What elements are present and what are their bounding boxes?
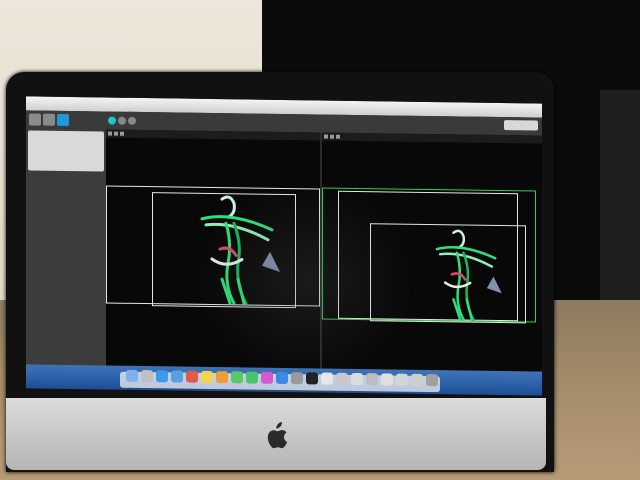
- view-mini-icon[interactable]: [336, 134, 340, 139]
- grid-icon[interactable]: [29, 113, 41, 126]
- background-shelf: [600, 90, 640, 320]
- view-toggle-1[interactable]: [108, 116, 116, 125]
- appstore-icon[interactable]: [276, 371, 288, 385]
- terminal-icon[interactable]: [306, 372, 318, 385]
- app-icon[interactable]: [381, 373, 393, 386]
- app-icon[interactable]: [366, 373, 378, 386]
- view-toggle-3[interactable]: [128, 116, 136, 125]
- photos-icon[interactable]: [216, 371, 228, 384]
- app-icon[interactable]: [351, 372, 363, 386]
- target-icon[interactable]: [57, 113, 69, 126]
- app-screen: [26, 96, 542, 396]
- sidebar-line: [32, 133, 100, 134]
- viewport-left-bar: [106, 129, 320, 141]
- trash-icon[interactable]: [426, 373, 438, 387]
- point-cloud-figure: [435, 229, 502, 321]
- sidebar-line: [32, 133, 100, 134]
- view-mini-icon[interactable]: [324, 134, 328, 139]
- app-icon[interactable]: [336, 372, 348, 385]
- view-mini-icon[interactable]: [330, 134, 334, 139]
- viewport-right[interactable]: [322, 132, 542, 372]
- messages-icon[interactable]: [231, 371, 243, 384]
- apple-logo-icon: [264, 422, 288, 450]
- mail-icon[interactable]: [171, 370, 183, 383]
- calendar-icon[interactable]: [186, 370, 198, 383]
- safari-icon[interactable]: [156, 370, 168, 383]
- viewport-left[interactable]: [106, 129, 320, 369]
- itunes-icon[interactable]: [261, 371, 273, 384]
- toolbar-field[interactable]: [504, 120, 538, 131]
- view-mini-icon[interactable]: [120, 131, 124, 136]
- viewport-right-bar: [322, 132, 542, 144]
- finder-icon[interactable]: [126, 369, 138, 382]
- sidebar-panel: [28, 130, 104, 172]
- notes-icon[interactable]: [201, 370, 213, 384]
- app-icon[interactable]: [396, 373, 408, 386]
- view-toggle-2[interactable]: [118, 116, 126, 125]
- sidebar-line: [32, 133, 100, 134]
- layers-icon[interactable]: [43, 113, 55, 126]
- point-cloud-figure: [200, 195, 280, 305]
- dock-shelf: [120, 369, 440, 393]
- app-icon[interactable]: [411, 373, 423, 386]
- launchpad-icon[interactable]: [141, 370, 153, 383]
- app-icon[interactable]: [321, 372, 333, 385]
- settings-icon[interactable]: [291, 372, 303, 385]
- view-mini-icon[interactable]: [114, 131, 118, 136]
- sidebar: [26, 128, 106, 370]
- sidebar-line: [32, 133, 100, 134]
- view-mini-icon[interactable]: [108, 131, 112, 136]
- facetime-icon[interactable]: [246, 371, 258, 384]
